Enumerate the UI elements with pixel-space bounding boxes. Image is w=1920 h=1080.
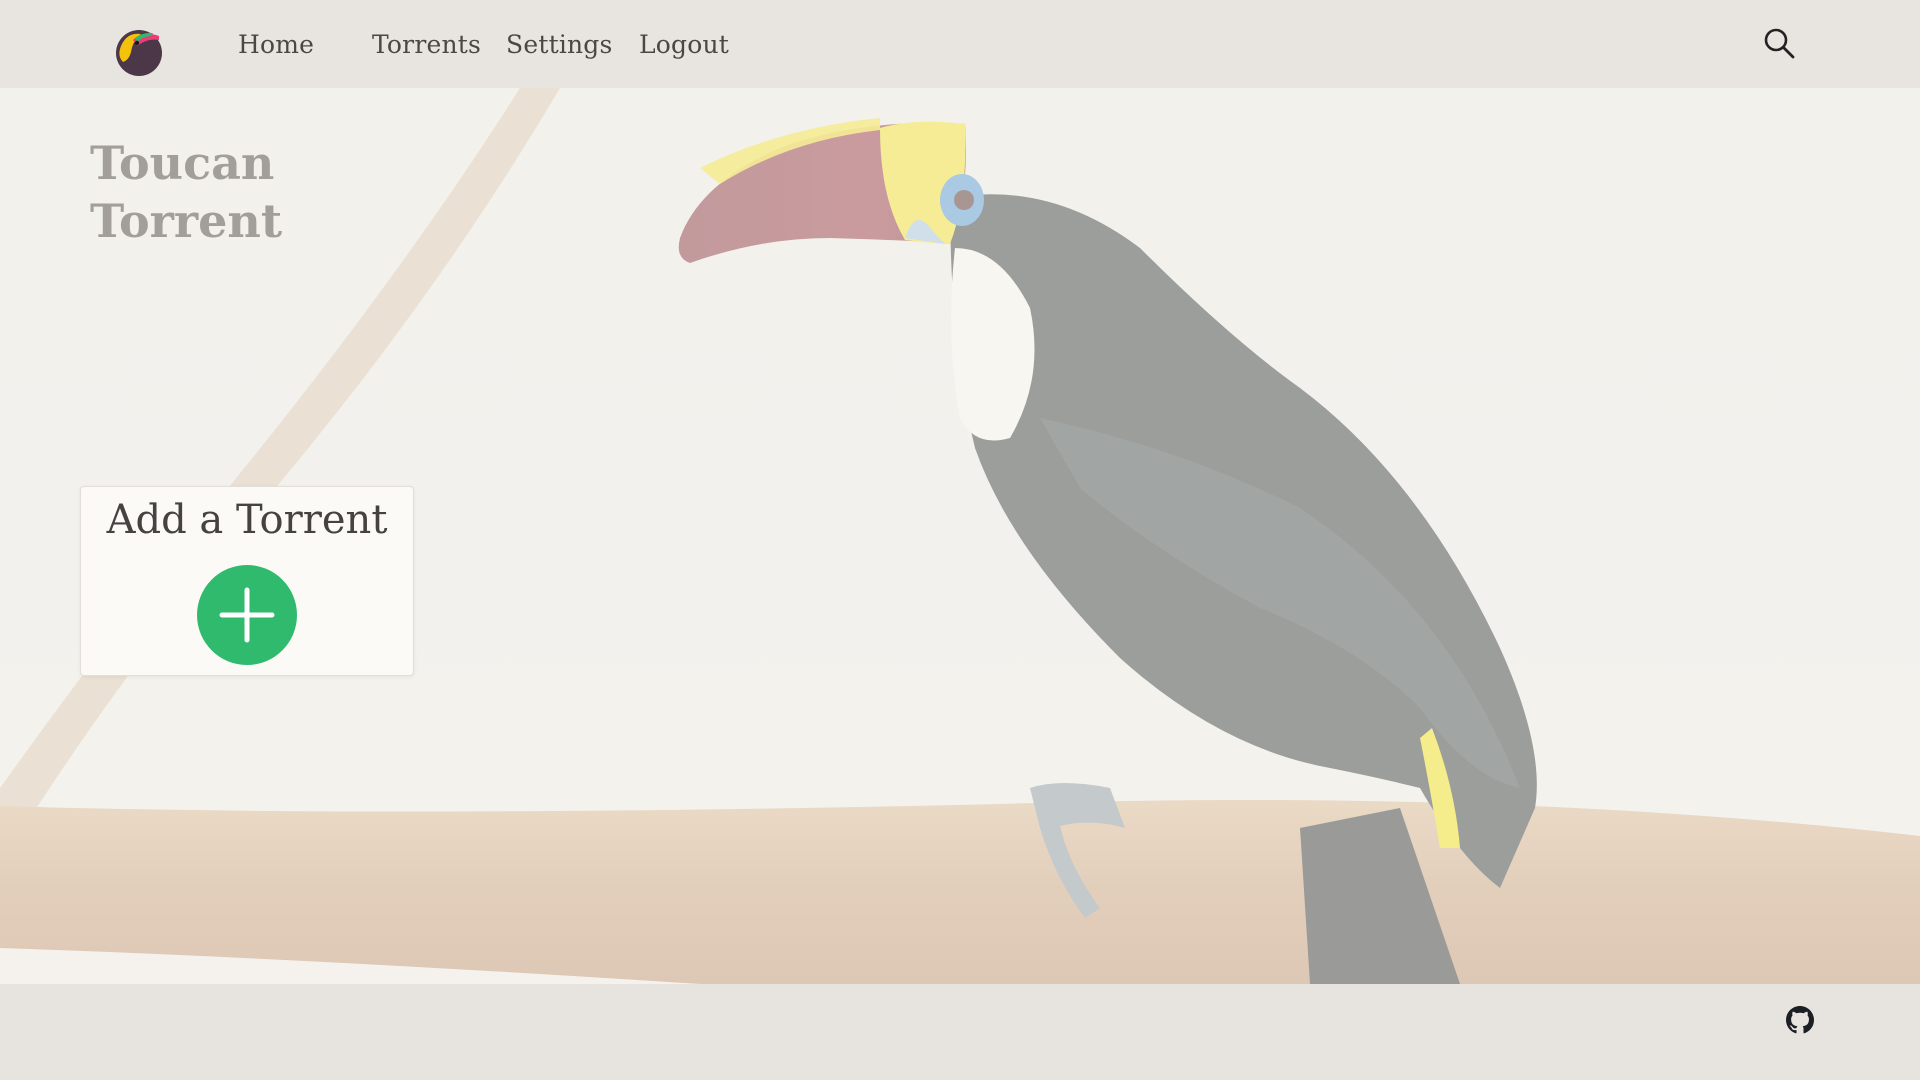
site-title: Toucan Torrent [90,134,390,250]
add-torrent-title: Add a Torrent [106,497,388,543]
nav-torrents-link[interactable]: Torrents [372,30,481,59]
add-torrent-button[interactable] [197,565,297,665]
nav-settings-link[interactable]: Settings [506,30,613,59]
site-title-line-1: Toucan [90,136,275,190]
site-title-line-2: Torrent [90,194,283,248]
nav-home-link[interactable]: Home [238,30,314,59]
nav-logout-link[interactable]: Logout [639,30,729,59]
search-icon[interactable] [1762,26,1796,60]
toucan-logo-icon[interactable] [113,26,165,78]
footer [0,984,1920,1080]
plus-icon [219,587,275,643]
github-icon[interactable] [1786,1006,1814,1034]
top-navbar: Home Torrents Settings Logout [0,0,1920,88]
add-torrent-card: Add a Torrent [80,486,414,676]
